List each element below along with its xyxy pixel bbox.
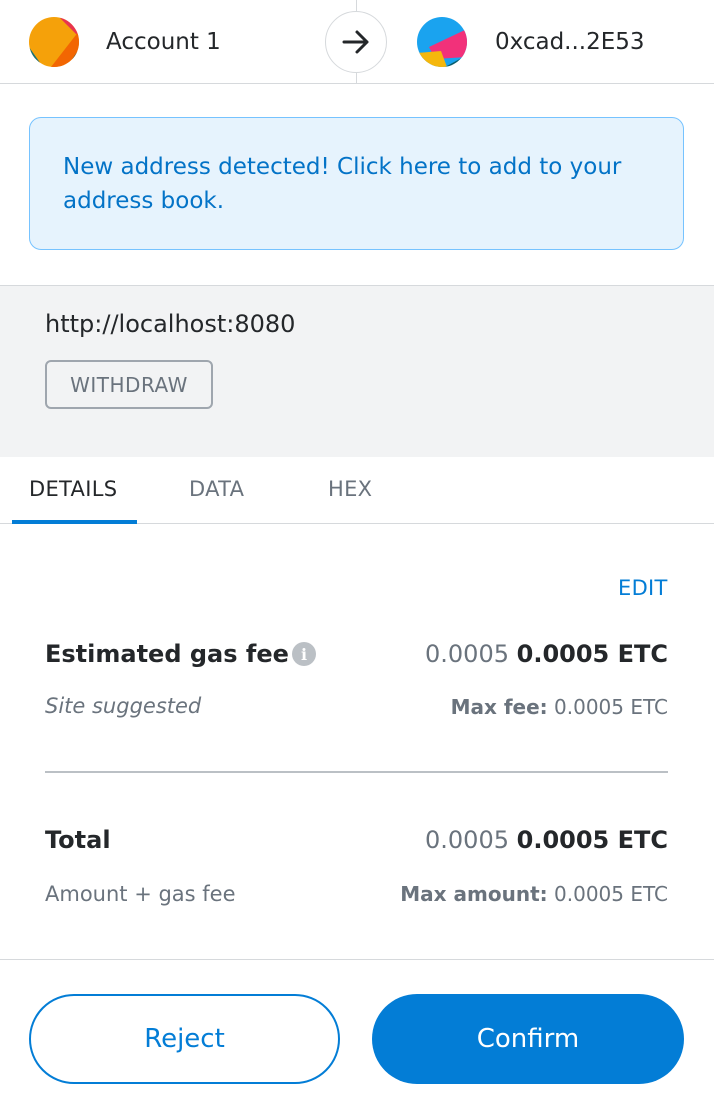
header-divider xyxy=(356,73,357,84)
new-address-banner[interactable]: New address detected! Click here to add … xyxy=(29,117,684,250)
total-label: Total xyxy=(45,826,111,854)
from-account[interactable]: Account 1 xyxy=(29,17,221,67)
header-divider xyxy=(356,0,357,11)
gas-max-fee-label: Max fee: xyxy=(450,695,548,719)
total-primary: 0.0005 ETC xyxy=(516,826,668,854)
from-account-avatar xyxy=(29,17,79,67)
gas-fee-amount: 0.0005 0.0005 ETC xyxy=(425,640,668,668)
details-divider xyxy=(45,771,668,773)
to-account-address: 0xcad...2E53 xyxy=(495,29,645,55)
footer-divider xyxy=(0,959,714,960)
total-sublabel: Amount + gas fee xyxy=(45,882,236,906)
gas-fee-sublabel: Site suggested xyxy=(45,694,202,718)
total-secondary: 0.0005 xyxy=(425,826,509,854)
tab-active-indicator xyxy=(12,520,137,524)
method-badge: WITHDRAW xyxy=(45,360,213,409)
total-max-amount: Max amount: 0.0005 ETC xyxy=(400,882,668,906)
total-max-amount-value: 0.0005 ETC xyxy=(554,882,668,906)
tab-details[interactable]: DETAILS xyxy=(29,477,117,501)
to-account[interactable]: 0xcad...2E53 xyxy=(417,17,645,67)
gas-max-fee: Max fee: 0.0005 ETC xyxy=(451,695,668,719)
transaction-origin: http://localhost:8080 WITHDRAW xyxy=(0,285,714,457)
total-amount: 0.0005 0.0005 ETC xyxy=(425,826,668,854)
details-tabs: DETAILS DATA HEX xyxy=(0,457,714,524)
reject-button[interactable]: Reject xyxy=(29,994,340,1084)
tab-data[interactable]: DATA xyxy=(189,477,244,501)
info-icon[interactable]: i xyxy=(292,642,316,666)
confirm-button[interactable]: Confirm xyxy=(372,994,684,1084)
gas-fee-label: Estimated gas fee xyxy=(45,640,289,668)
total-max-amount-label: Max amount: xyxy=(400,882,548,906)
from-account-name: Account 1 xyxy=(106,29,221,55)
to-account-avatar xyxy=(417,17,467,67)
gas-fee-secondary: 0.0005 xyxy=(425,640,509,668)
account-header: Account 1 0xcad...2E53 xyxy=(0,0,714,84)
edit-gas-button[interactable]: EDIT xyxy=(618,576,668,600)
gas-max-fee-value: 0.0005 ETC xyxy=(554,695,668,719)
gas-fee-primary: 0.0005 ETC xyxy=(516,640,668,668)
tab-hex[interactable]: HEX xyxy=(328,477,372,501)
arrow-right-icon xyxy=(325,11,387,73)
origin-url: http://localhost:8080 xyxy=(45,310,296,338)
